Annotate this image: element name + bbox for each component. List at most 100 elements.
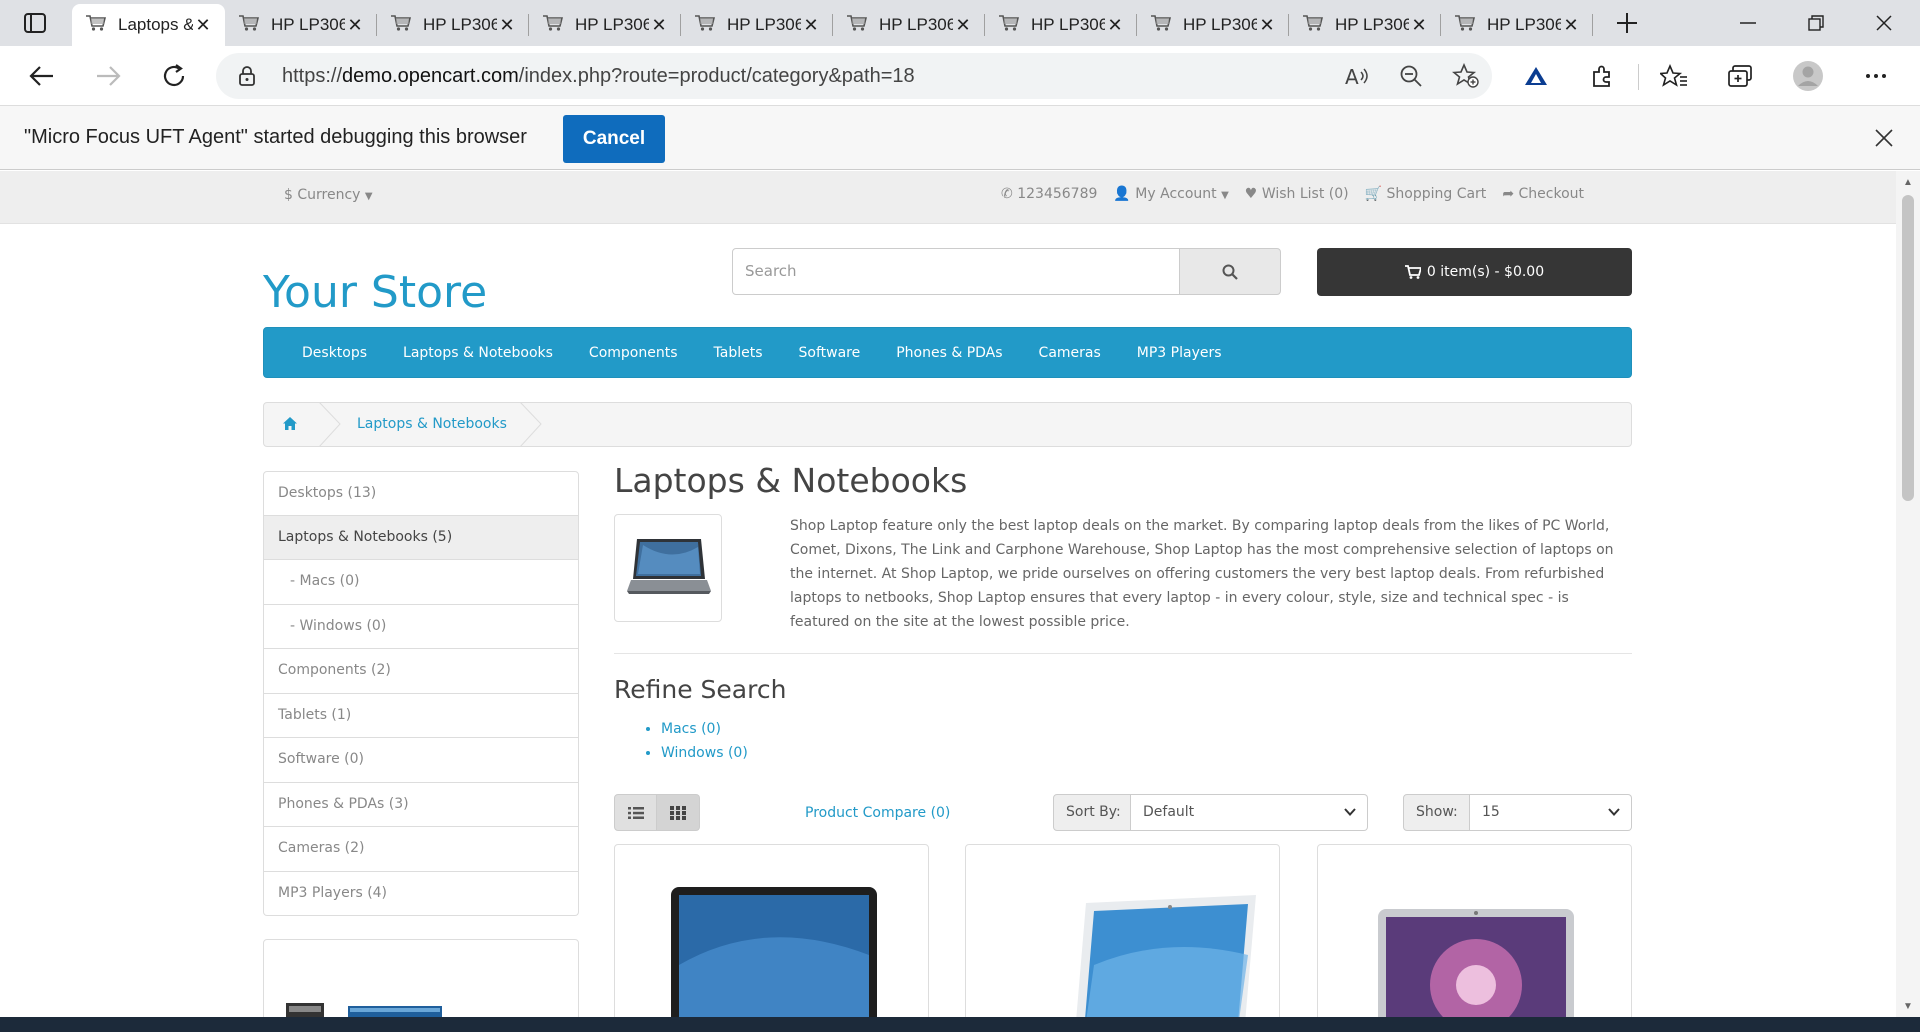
close-tab-icon[interactable]: ✕ bbox=[345, 15, 365, 36]
extension-triangle-icon[interactable] bbox=[1518, 58, 1554, 94]
zoom-out-icon[interactable] bbox=[1399, 64, 1423, 93]
close-tab-icon[interactable]: ✕ bbox=[649, 15, 669, 36]
menu-item-laptops[interactable]: Laptops & Notebooks bbox=[403, 345, 553, 361]
category-content: Laptops & Notebooks Shop Laptop feature … bbox=[614, 461, 1632, 1017]
category-description: Shop Laptop feature only the best laptop… bbox=[790, 518, 1614, 630]
scrollbar-thumb[interactable] bbox=[1902, 195, 1914, 501]
add-favorite-icon[interactable] bbox=[1451, 62, 1480, 94]
search-icon bbox=[1222, 264, 1238, 280]
profile-avatar-icon[interactable] bbox=[1790, 58, 1826, 94]
product-card[interactable] bbox=[614, 844, 929, 1017]
url-text[interactable]: https://demo.opencart.com/index.php?rout… bbox=[282, 65, 915, 88]
cancel-debugging-button[interactable]: Cancel bbox=[563, 115, 665, 163]
search-button[interactable] bbox=[1179, 248, 1281, 295]
my-account-link[interactable]: 👤 My Account ▼ bbox=[1113, 186, 1228, 202]
restore-icon[interactable] bbox=[1782, 0, 1850, 46]
close-tab-icon[interactable]: ✕ bbox=[1105, 15, 1125, 36]
tab[interactable]: HP LP3065✕ bbox=[1289, 4, 1441, 46]
currency-dropdown[interactable]: $ Currency ▼ bbox=[284, 187, 373, 203]
menu-item-mp3[interactable]: MP3 Players bbox=[1137, 345, 1222, 361]
back-icon[interactable] bbox=[24, 58, 60, 94]
extensions-icon[interactable] bbox=[1584, 58, 1620, 94]
cart-icon: 🛒 bbox=[1364, 186, 1383, 202]
cart-icon bbox=[1404, 265, 1421, 279]
tab-actions-icon[interactable] bbox=[0, 0, 70, 46]
category-sidebar: Desktops (13) Laptops & Notebooks (5) - … bbox=[263, 471, 579, 916]
menu-item-components[interactable]: Components bbox=[589, 345, 678, 361]
tab-active[interactable]: Laptops & Notebooks✕ bbox=[72, 4, 225, 46]
close-window-icon[interactable] bbox=[1850, 0, 1918, 46]
close-tab-icon[interactable]: ✕ bbox=[1561, 15, 1581, 36]
product-compare-link[interactable]: Product Compare (0) bbox=[805, 805, 950, 821]
collections-icon[interactable] bbox=[1722, 58, 1758, 94]
sidebar-item-cameras[interactable]: Cameras (2) bbox=[263, 827, 579, 872]
sidebar-item-software[interactable]: Software (0) bbox=[263, 738, 579, 783]
product-image bbox=[671, 887, 877, 1017]
menu-item-software[interactable]: Software bbox=[799, 345, 861, 361]
scroll-down-icon[interactable]: ▼ bbox=[1901, 1001, 1915, 1013]
sidebar-item-phones[interactable]: Phones & PDAs (3) bbox=[263, 782, 579, 827]
close-tab-icon[interactable]: ✕ bbox=[953, 15, 973, 36]
refine-link-macs[interactable]: Macs (0) bbox=[661, 717, 748, 741]
new-tab-icon[interactable] bbox=[1597, 0, 1657, 46]
checkout-link[interactable]: ➦ Checkout bbox=[1502, 186, 1584, 202]
forward-icon[interactable] bbox=[90, 58, 126, 94]
address-bar[interactable]: https://demo.opencart.com/index.php?rout… bbox=[216, 53, 1492, 99]
sidebar-item-laptops[interactable]: Laptops & Notebooks (5) bbox=[263, 515, 579, 560]
content-divider bbox=[614, 653, 1632, 654]
shopping-cart-link[interactable]: 🛒 Shopping Cart bbox=[1365, 186, 1487, 202]
minimize-icon[interactable] bbox=[1714, 0, 1782, 46]
page-scrollbar[interactable]: ▲ ▼ bbox=[1896, 171, 1920, 1017]
close-infobar-icon[interactable] bbox=[1868, 122, 1900, 154]
tab[interactable]: HP LP3065✕ bbox=[1137, 4, 1289, 46]
refresh-icon[interactable] bbox=[156, 58, 192, 94]
lock-icon[interactable] bbox=[238, 66, 256, 91]
breadcrumb-laptops[interactable]: Laptops & Notebooks bbox=[357, 416, 507, 432]
category-image[interactable] bbox=[614, 514, 722, 622]
tab-title: HP LP3065 bbox=[1487, 15, 1561, 34]
grid-icon bbox=[670, 805, 686, 820]
list-view-button[interactable] bbox=[614, 794, 657, 831]
close-tab-icon[interactable]: ✕ bbox=[497, 15, 517, 36]
tab[interactable]: HP LP3065✕ bbox=[225, 4, 377, 46]
grid-view-button[interactable] bbox=[657, 794, 700, 831]
close-tab-icon[interactable]: ✕ bbox=[1257, 15, 1277, 36]
product-card[interactable] bbox=[965, 844, 1280, 1017]
cart-favicon-icon bbox=[239, 14, 260, 37]
favorites-icon[interactable] bbox=[1656, 58, 1692, 94]
sidebar-item-windows[interactable]: - Windows (0) bbox=[263, 604, 579, 649]
tab[interactable]: HP LP3065✕ bbox=[681, 4, 833, 46]
settings-more-icon[interactable] bbox=[1858, 58, 1894, 94]
home-icon[interactable] bbox=[282, 416, 298, 435]
refine-link-windows[interactable]: Windows (0) bbox=[661, 741, 748, 765]
close-tab-icon[interactable]: ✕ bbox=[193, 15, 213, 36]
sidebar-item-desktops[interactable]: Desktops (13) bbox=[263, 471, 579, 516]
tab[interactable]: HP LP3065✕ bbox=[1441, 4, 1593, 46]
menu-item-tablets[interactable]: Tablets bbox=[714, 345, 763, 361]
phone-link[interactable]: ✆ 123456789 bbox=[1001, 186, 1097, 202]
tab[interactable]: HP LP3065✕ bbox=[529, 4, 681, 46]
tab[interactable]: HP LP3065✕ bbox=[377, 4, 529, 46]
menu-item-desktops[interactable]: Desktops bbox=[302, 345, 367, 361]
tab[interactable]: HP LP3065✕ bbox=[833, 4, 985, 46]
scroll-up-icon[interactable]: ▲ bbox=[1901, 177, 1915, 189]
sidebar-banner-image[interactable] bbox=[263, 939, 579, 1017]
sidebar-item-components[interactable]: Components (2) bbox=[263, 649, 579, 694]
close-tab-icon[interactable]: ✕ bbox=[1409, 15, 1429, 36]
view-toggle bbox=[614, 794, 700, 831]
cart-button[interactable]: 0 item(s) - $0.00 bbox=[1317, 248, 1632, 296]
sidebar-item-mp3[interactable]: MP3 Players (4) bbox=[263, 871, 579, 916]
menu-item-cameras[interactable]: Cameras bbox=[1039, 345, 1101, 361]
sidebar-item-tablets[interactable]: Tablets (1) bbox=[263, 693, 579, 738]
store-logo[interactable]: Your Store bbox=[263, 267, 487, 318]
product-card[interactable] bbox=[1317, 844, 1632, 1017]
tab[interactable]: HP LP3065✕ bbox=[985, 4, 1137, 46]
menu-item-phones[interactable]: Phones & PDAs bbox=[896, 345, 1002, 361]
wishlist-link[interactable]: ♥ Wish List (0) bbox=[1245, 186, 1349, 202]
show-select[interactable]: 15 bbox=[1470, 794, 1632, 831]
sort-select[interactable]: Default bbox=[1131, 794, 1368, 831]
close-tab-icon[interactable]: ✕ bbox=[801, 15, 821, 36]
sidebar-item-macs[interactable]: - Macs (0) bbox=[263, 560, 579, 605]
read-aloud-icon[interactable]: A bbox=[1344, 64, 1370, 93]
search-input[interactable]: Search bbox=[732, 248, 1180, 295]
